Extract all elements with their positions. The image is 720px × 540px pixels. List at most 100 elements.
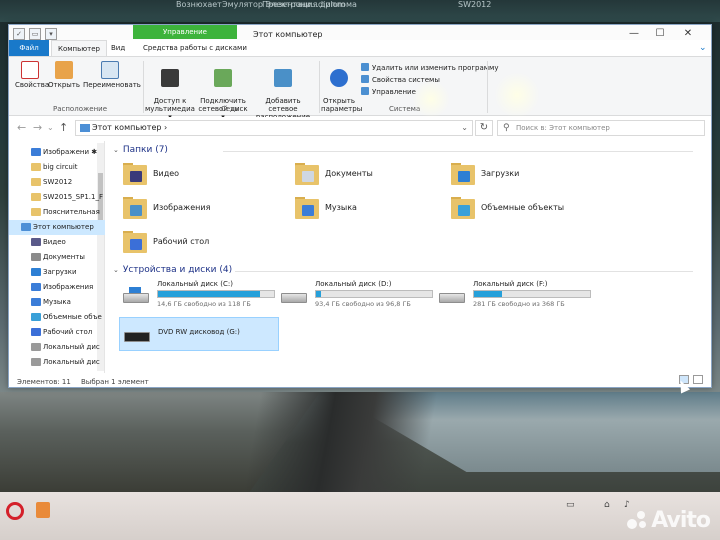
tab-disk-tools[interactable]: Средства работы с дисками <box>137 40 253 56</box>
ribbon-context-group: Управление <box>133 25 237 39</box>
taskbar: ▭ ⌂ ♪ <box>0 492 720 540</box>
open-settings-button[interactable]: Открыть параметры <box>321 61 362 113</box>
folder-item[interactable]: Изображения <box>119 195 269 225</box>
folder-item[interactable]: Объемные объекты <box>447 195 597 225</box>
drive-item[interactable]: Локальный диск (D:) 93,4 ГБ свободно из 9… <box>277 279 437 313</box>
folder-label: Видео <box>153 169 180 178</box>
folder-icon <box>123 197 147 219</box>
explorer-window: ✓ ▭ ▾ Управление Этот компьютер — ☐ ✕ Фа… <box>8 24 712 388</box>
quick-access-toolbar: ✓ ▭ ▾ <box>13 28 57 40</box>
up-arrow-icon[interactable]: ↑ <box>59 121 68 134</box>
tray-keyboard-icon[interactable]: ▭ <box>566 500 575 510</box>
nav-item[interactable]: SW2015_SP1.1_F <box>9 190 105 205</box>
folder-item[interactable]: Рабочий стол <box>119 229 269 259</box>
tab-view[interactable]: Вид <box>105 40 131 56</box>
tab-computer[interactable]: Компьютер <box>51 40 107 56</box>
folders-section-header[interactable]: ⌄ Папки (7) <box>113 145 693 155</box>
nav-item[interactable]: Локальный дис <box>9 340 105 355</box>
folder-label: Рабочий стол <box>153 237 210 246</box>
nav-item-icon <box>31 148 41 156</box>
address-bar[interactable]: Этот компьютер › ⌄ <box>75 120 473 136</box>
folder-label: Документы <box>325 169 373 178</box>
nav-item-label: Пояснительная <box>43 208 100 216</box>
ribbon-collapse-icon[interactable]: ⌄ <box>693 40 711 56</box>
uninstall-program-label: Удалить или изменить программу <box>372 64 499 72</box>
rename-icon <box>101 61 119 79</box>
properties-icon <box>21 61 39 79</box>
manage-label: Управление <box>372 88 416 96</box>
nav-item[interactable]: Изображения <box>9 280 105 295</box>
nav-item[interactable]: big circuit <box>9 160 105 175</box>
add-network-location-button[interactable]: Добавить сетевое расположение <box>251 61 315 121</box>
nav-item[interactable]: SW2012 <box>9 175 105 190</box>
properties-button[interactable]: Свойства <box>15 61 49 89</box>
address-dropdown-icon[interactable]: ⌄ <box>461 121 468 135</box>
qat-dropdown-icon[interactable]: ▾ <box>45 28 57 40</box>
properties-qat-icon[interactable]: ✓ <box>13 28 25 40</box>
desktop-icon-label[interactable]: SW2012 <box>458 0 491 9</box>
nav-item[interactable]: Изображени ✱ <box>9 145 105 160</box>
recent-locations-chevron-icon[interactable]: ⌄ <box>47 123 54 132</box>
refresh-button[interactable]: ↻ <box>475 120 493 136</box>
tiles-view-icon[interactable] <box>693 375 703 384</box>
uninstall-program-button[interactable]: Удалить или изменить программу <box>361 63 498 73</box>
nav-item[interactable]: Музыка <box>9 295 105 310</box>
folder-item[interactable]: Музыка <box>291 195 441 225</box>
close-button[interactable]: ✕ <box>677 28 699 39</box>
nav-item[interactable]: Документы <box>9 250 105 265</box>
desktop-icon-label[interactable]: diplom <box>318 0 345 9</box>
window-title: Этот компьютер <box>253 30 323 39</box>
folder-item[interactable]: Видео <box>119 161 269 191</box>
collapse-chevron-icon[interactable]: ⌄ <box>113 266 119 274</box>
nav-item[interactable]: Этот компьютер <box>9 220 105 235</box>
nav-item-icon <box>31 193 41 201</box>
drive-usage-bar <box>157 290 275 298</box>
drives-section-header[interactable]: ⌄ Устройства и диски (4) <box>113 265 693 275</box>
folder-label: Изображения <box>153 203 211 212</box>
nav-item[interactable]: Рабочий стол <box>9 325 105 340</box>
manage-button[interactable]: Управление <box>361 87 416 97</box>
drive-item[interactable]: Локальный диск (F:) 281 ГБ свободно из 36… <box>435 279 595 313</box>
maximize-button[interactable]: ☐ <box>649 28 671 39</box>
folder-icon <box>295 197 319 219</box>
desktop-icon-label[interactable]: Boзнюхает <box>176 0 222 9</box>
tray-network-icon[interactable]: ⌂ <box>604 500 610 510</box>
dvd-drive-icon <box>124 326 150 344</box>
rename-button[interactable]: Переименовать <box>83 61 141 89</box>
ribbon-separator <box>319 61 320 113</box>
tab-file[interactable]: Файл <box>9 40 49 56</box>
drive-item[interactable]: Локальный диск (C:) 14,6 ГБ свободно из 1… <box>119 279 279 313</box>
nav-item-label: Локальный дис <box>43 358 100 366</box>
nav-item[interactable]: Объемные объе <box>9 310 105 325</box>
drive-item[interactable]: DVD RW дисковод (G:) <box>119 317 279 351</box>
taskbar-app-icon[interactable] <box>36 502 50 518</box>
folder-item[interactable]: Загрузки <box>447 161 597 191</box>
nav-item[interactable]: Локальный дис <box>9 355 105 370</box>
ribbon-separator <box>143 61 144 113</box>
nav-item-label: Загрузки <box>43 268 77 276</box>
forward-arrow-icon[interactable]: → <box>33 121 42 134</box>
opera-browser-icon[interactable] <box>6 502 24 520</box>
nav-item-label: Рабочий стол <box>43 328 93 336</box>
folder-item[interactable]: Документы <box>291 161 441 191</box>
new-folder-qat-icon[interactable]: ▭ <box>29 28 41 40</box>
drive-free-space: 14,6 ГБ свободно из 118 ГБ <box>157 300 251 308</box>
nav-item[interactable]: Загрузки <box>9 265 105 280</box>
nav-item-label: Документы <box>43 253 85 261</box>
rename-label: Переименовать <box>83 81 141 89</box>
hard-drive-icon <box>123 287 149 305</box>
network-location-icon <box>274 69 292 87</box>
address-row: ← → ⌄ ↑ Этот компьютер › ⌄ ↻ ⚲ Поиск в: … <box>9 117 711 139</box>
open-button[interactable]: Открыть <box>47 61 81 89</box>
programs-icon <box>361 63 369 71</box>
collapse-chevron-icon[interactable]: ⌄ <box>113 146 119 154</box>
manage-icon <box>361 87 369 95</box>
drive-name: Локальный диск (D:) <box>315 280 392 288</box>
nav-item[interactable]: Пояснительная <box>9 205 105 220</box>
minimize-button[interactable]: — <box>623 28 645 39</box>
drive-usage-bar <box>473 290 591 298</box>
media-access-button[interactable]: Доступ к мультимедиа ▾ <box>145 61 195 121</box>
back-arrow-icon[interactable]: ← <box>17 121 26 134</box>
search-input[interactable]: ⚲ Поиск в: Этот компьютер <box>497 120 705 136</box>
nav-item[interactable]: Видео <box>9 235 105 250</box>
